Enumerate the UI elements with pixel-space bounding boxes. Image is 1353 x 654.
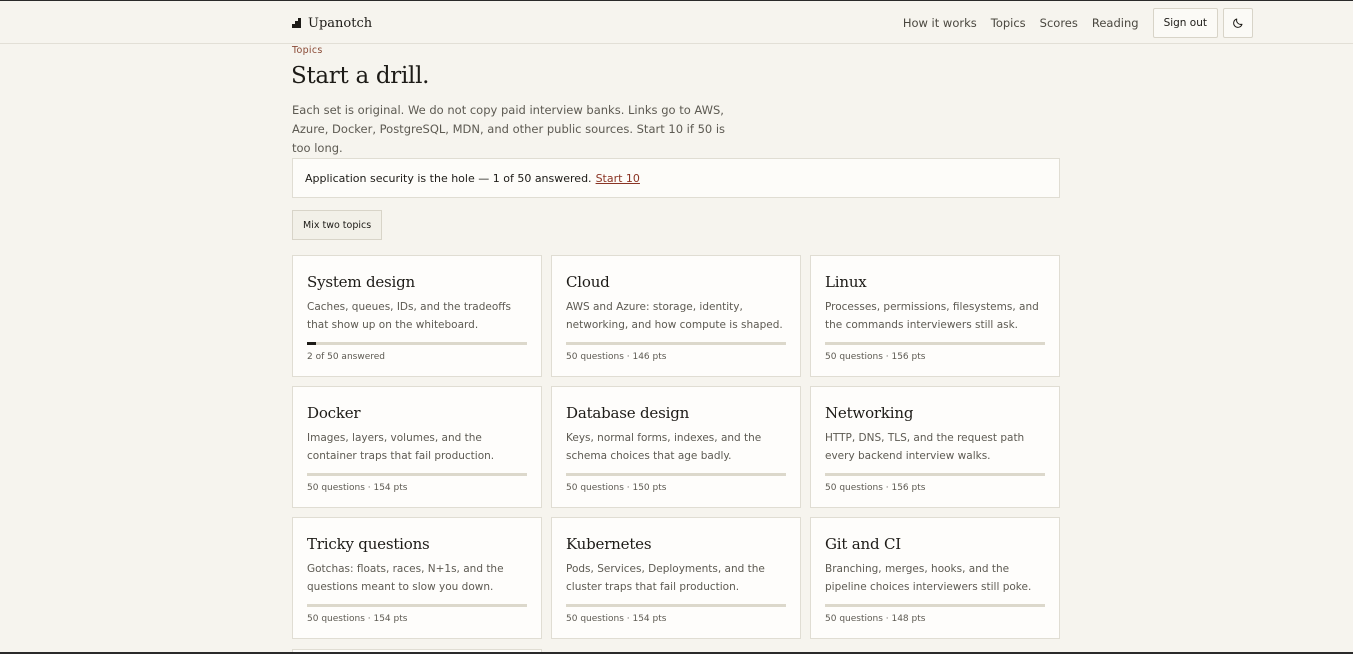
topic-meta: 50 questions · 154 pts — [307, 483, 408, 493]
topic-title: Docker — [307, 404, 361, 422]
topic-meta: 50 questions · 156 pts — [825, 352, 926, 362]
topic-description: Caches, queues, IDs, and the tradeoffs t… — [307, 301, 511, 331]
topic-description: Keys, normal forms, indexes, and the sch… — [566, 432, 762, 462]
progress-bar — [566, 473, 786, 476]
moon-icon — [1233, 18, 1243, 28]
mix-two-topics-button[interactable]: Mix two topics — [292, 210, 383, 240]
topic-card[interactable]: Database design Keys, normal forms, index… — [551, 386, 801, 508]
topic-meta: 50 questions · 156 pts — [825, 483, 926, 493]
topic-title: Git and CI — [825, 535, 901, 553]
start-10-link[interactable]: Start 10 — [596, 172, 640, 185]
nav-topics[interactable]: Topics — [991, 16, 1026, 30]
topic-grid: System design Caches, queues, IDs, and th… — [292, 255, 1060, 639]
bar-steps-icon — [292, 18, 302, 28]
topic-description: Images, layers, volumes, and the contain… — [307, 432, 495, 462]
progress-bar — [307, 604, 527, 607]
sign-out-button[interactable]: Sign out — [1152, 7, 1218, 38]
topic-card[interactable]: Docker Images, layers, volumes, and the c… — [292, 386, 542, 508]
theme-toggle-button[interactable] — [1223, 7, 1253, 38]
topic-title: Linux — [825, 273, 867, 291]
topic-description: HTTP, DNS, TLS, and the request path eve… — [825, 432, 1025, 462]
progress-bar — [825, 473, 1045, 476]
progress-fill — [307, 342, 316, 345]
topic-meta: 50 questions · 154 pts — [566, 614, 667, 624]
topic-title: System design — [307, 273, 415, 291]
progress-bar — [307, 342, 527, 345]
brand-logo[interactable]: Upanotch — [292, 14, 372, 32]
topic-meta: 50 questions · 146 pts — [566, 352, 667, 362]
progress-bar — [566, 604, 786, 607]
topic-description: Pods, Services, Deployments, and the clu… — [566, 563, 765, 593]
topic-title: Tricky questions — [307, 535, 430, 553]
topic-title: Database design — [566, 404, 690, 422]
topic-description: Processes, permissions, filesystems, and… — [825, 301, 1039, 331]
topic-title: Kubernetes — [566, 535, 652, 553]
page-title: Start a drill. — [291, 63, 430, 89]
topic-title: Networking — [825, 404, 914, 422]
page-intro: Each set is original. We do not copy pai… — [292, 103, 726, 155]
topic-meta: 50 questions · 148 pts — [825, 614, 926, 624]
nav-reading[interactable]: Reading — [1092, 16, 1139, 30]
main-nav: How it works Topics Scores Reading Sign … — [903, 1, 1253, 44]
breadcrumb: Topics — [292, 45, 323, 56]
topic-card[interactable]: Git and CI Branching, merges, hooks, and … — [810, 517, 1060, 639]
topic-meta: 50 questions · 154 pts — [307, 614, 408, 624]
topic-card[interactable]: Tricky questions Gotchas: floats, races, … — [292, 517, 542, 639]
alert-text: Application security is the hole — 1 of … — [305, 171, 592, 185]
progress-bar — [566, 342, 786, 345]
weak-topic-alert: Application security is the hole — 1 of … — [292, 158, 1060, 198]
topic-description: Gotchas: floats, races, N+1s, and the qu… — [307, 563, 504, 593]
topic-card[interactable]: Networking HTTP, DNS, TLS, and the reques… — [810, 386, 1060, 508]
top-bar: Upanotch How it works Topics Scores Read… — [0, 1, 1353, 44]
progress-bar — [307, 473, 527, 476]
topic-card[interactable]: System design Caches, queues, IDs, and th… — [292, 255, 542, 377]
nav-scores[interactable]: Scores — [1040, 16, 1078, 30]
topic-card[interactable]: Linux Processes, permissions, filesystems… — [810, 255, 1060, 377]
nav-how-it-works[interactable]: How it works — [903, 16, 977, 30]
brand-name: Upanotch — [308, 15, 373, 31]
topic-description: AWS and Azure: storage, identity, networ… — [566, 301, 783, 331]
progress-bar — [825, 342, 1045, 345]
topic-description: Branching, merges, hooks, and the pipeli… — [825, 563, 1032, 593]
topic-card[interactable]: Cloud AWS and Azure: storage, identity, n… — [551, 255, 801, 377]
topic-title: Cloud — [566, 273, 610, 291]
topic-meta: 2 of 50 answered — [307, 352, 385, 362]
progress-bar — [825, 604, 1045, 607]
topic-card[interactable]: Kubernetes Pods, Services, Deployments, a… — [551, 517, 801, 639]
topic-meta: 50 questions · 150 pts — [566, 483, 667, 493]
